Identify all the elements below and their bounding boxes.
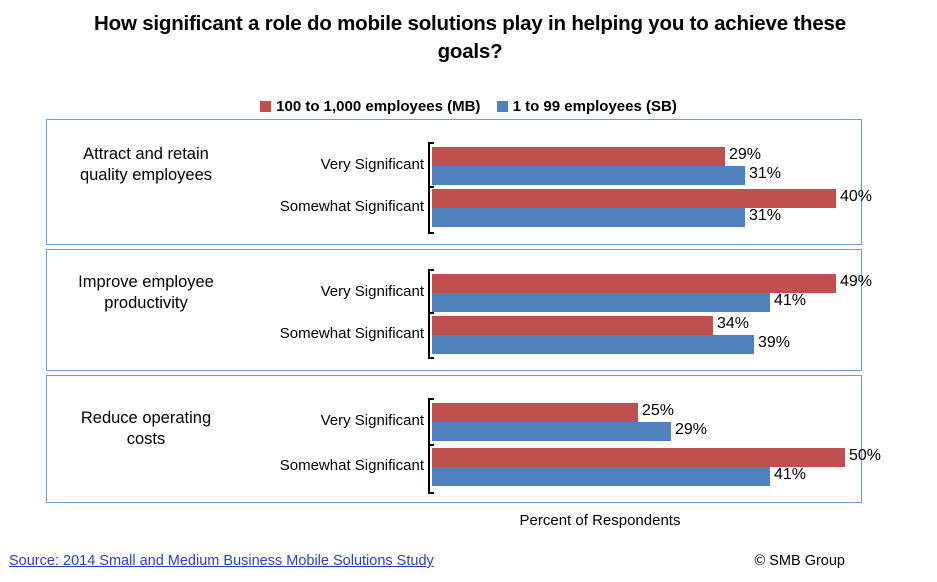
chart-legend: 100 to 1,000 employees (MB) 1 to 99 empl… [0, 97, 937, 115]
bar-value-label: 41% [774, 466, 807, 483]
bar-value-label: 50% [849, 447, 882, 464]
group-category-label: Improve employee productivity [78, 273, 214, 312]
bar-pair: 40% 31% [432, 188, 872, 227]
bar-value-label: 31% [749, 165, 782, 182]
bar-mb[interactable] [432, 189, 836, 208]
bar-slot: 41% [432, 292, 861, 312]
chart-panel-attract-and-retain: Attract and retain quality employees Very… [46, 119, 872, 245]
bar-pair: 29% 31% [432, 146, 861, 185]
chart-panel-improve-productivity: Improve employee productivity Very Signif… [46, 249, 872, 371]
bar-mb[interactable] [432, 448, 845, 467]
bar-slot: 41% [432, 466, 861, 486]
axis-tick [428, 312, 434, 314]
row-label: Very Significant [320, 283, 424, 300]
legend-item-sb[interactable]: 1 to 99 employees (SB) [496, 97, 677, 115]
bar-sb[interactable] [432, 293, 770, 312]
legend-item-mb[interactable]: 100 to 1,000 employees (MB) [260, 98, 480, 115]
bar-value-label: 41% [774, 292, 807, 309]
axis-tick [428, 186, 434, 188]
bar-mb[interactable] [432, 403, 638, 422]
bar-value-label: 40% [840, 188, 873, 205]
bar-slot: 34% [432, 315, 861, 335]
bar-slot: 40% [432, 188, 872, 208]
bar-sb[interactable] [432, 467, 770, 486]
bar-mb[interactable] [432, 316, 713, 335]
row-label: Very Significant [320, 412, 424, 429]
bar-value-label: 49% [840, 273, 873, 290]
bar-value-label: 29% [729, 146, 762, 163]
bar-sb[interactable] [432, 335, 754, 354]
bar-mb[interactable] [432, 147, 725, 166]
row-label: Somewhat Significant [279, 325, 424, 342]
row-label: Somewhat Significant [279, 198, 424, 215]
legend-label-mb: 100 to 1,000 employees (MB) [276, 97, 481, 115]
bar-mb[interactable] [432, 274, 836, 293]
bar-pair: 50% 41% [432, 447, 881, 486]
axis-tick [428, 444, 434, 446]
bar-slot: 39% [432, 334, 861, 354]
bar-pair: 34% 39% [432, 315, 861, 354]
copyright-label: © SMB Group [754, 553, 845, 569]
x-axis-caption: Percent of Respondents [519, 512, 681, 529]
bar-slot: 25% [432, 402, 861, 422]
bar-slot: 31% [432, 165, 861, 185]
bar-sb[interactable] [432, 422, 671, 441]
legend-label-sb: 1 to 99 employees (SB) [512, 97, 677, 115]
bar-slot: 50% [432, 447, 881, 467]
bar-pair: 25% 29% [432, 402, 861, 441]
bar-slot: 49% [432, 273, 872, 293]
bar-sb[interactable] [432, 208, 745, 227]
page-title: How significant a role do mobile solutio… [94, 12, 846, 63]
row-label: Very Significant [320, 156, 424, 173]
bar-slot: 31% [432, 207, 861, 227]
legend-swatch-sb-icon [496, 100, 508, 112]
bar-sb[interactable] [432, 166, 745, 185]
group-category-label: Reduce operating costs [80, 409, 212, 448]
bar-slot: 29% [432, 146, 861, 166]
source-link[interactable]: Source: 2014 Small and Medium Business M… [9, 553, 434, 569]
bar-value-label: 29% [675, 421, 708, 438]
chart-page: How significant a role do mobile solutio… [0, 0, 937, 582]
group-category-label: Attract and retain quality employees [79, 145, 213, 184]
bar-value-label: 39% [758, 334, 791, 351]
bar-pair: 49% 41% [432, 273, 872, 312]
bar-value-label: 34% [717, 315, 750, 332]
bar-value-label: 31% [749, 207, 782, 224]
bar-slot: 29% [432, 421, 861, 441]
bar-value-label: 25% [642, 402, 675, 419]
row-label: Somewhat Significant [279, 457, 424, 474]
legend-swatch-mb-icon [260, 100, 272, 112]
chart-panel-reduce-costs: Reduce operating costs Very Significant 25… [46, 375, 881, 503]
